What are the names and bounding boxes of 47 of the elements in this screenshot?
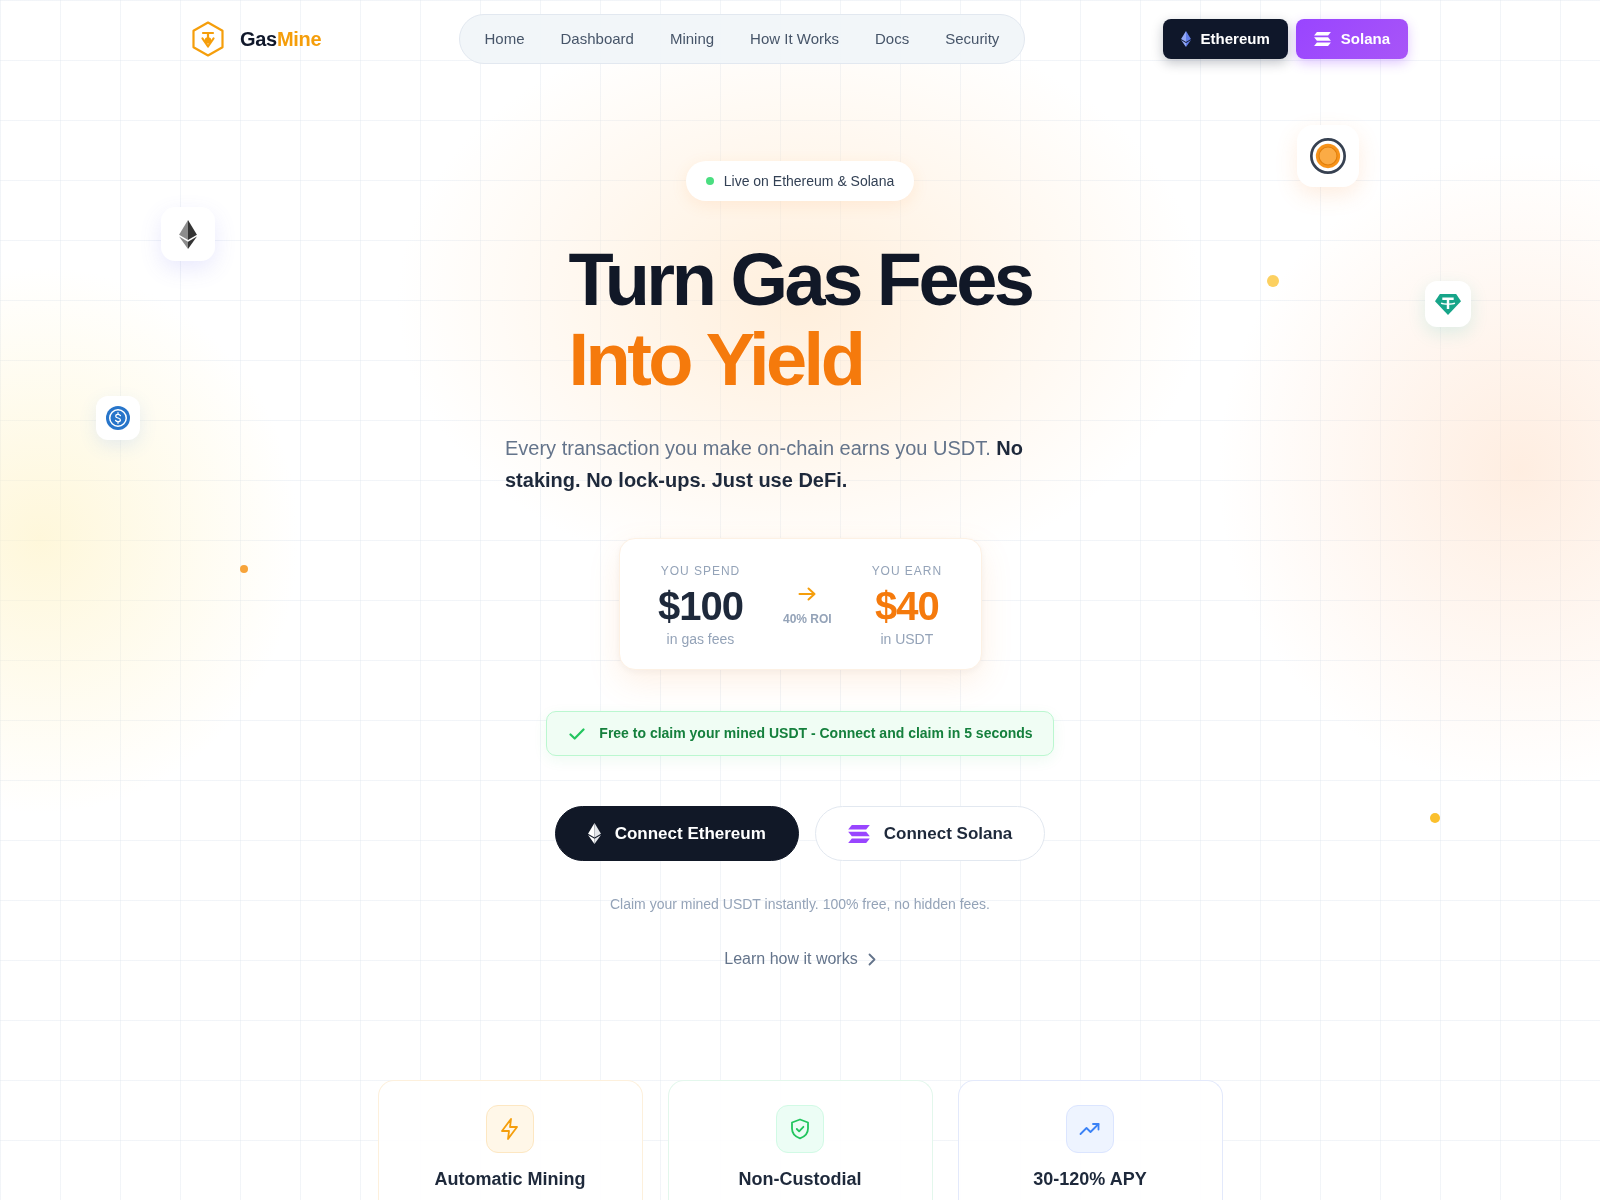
coin-icon: [1297, 125, 1359, 187]
notice-text: Free to claim your mined USDT - Connect and claim in 5 seconds: [599, 724, 1033, 743]
nav-link[interactable]: Home: [484, 29, 525, 49]
diamond-icon: [1180, 31, 1191, 47]
check-icon: [569, 727, 586, 740]
dot-icon: [1430, 813, 1440, 823]
spend-amount: $100: [658, 584, 743, 628]
stacked-bars-icon: [847, 824, 870, 843]
nav-link[interactable]: How It Works: [750, 29, 839, 49]
footnote-text: Claim your mined USDT instantly. 100% free, no hidden fees.: [610, 895, 990, 914]
learn-more-link[interactable]: Learn how it works: [724, 947, 876, 971]
earn-label: YOU EARN: [871, 563, 942, 579]
badge-text: Live on Ethereum & Solana: [723, 171, 895, 191]
dollar-coin-icon: [96, 396, 140, 440]
arrow-right-icon: [798, 587, 817, 601]
hero-title-highlight: Into Yield: [568, 320, 864, 400]
network-button[interactable]: Ethereum: [1162, 19, 1288, 59]
diamond-icon: [587, 823, 601, 844]
nav-link[interactable]: Security: [945, 29, 1000, 49]
diamond-icon: [161, 207, 215, 261]
hero-title: Turn Gas Fees: [568, 240, 1032, 320]
earn-amount: $40: [874, 584, 939, 628]
spend-note: in gas fees: [666, 630, 735, 649]
gem-icon: [1425, 281, 1471, 327]
brand-name: GasMine: [240, 27, 322, 51]
network-button[interactable]: Solana: [1295, 19, 1408, 59]
stacked-bars-icon: [1313, 32, 1331, 46]
trend-up-icon: [1066, 1105, 1114, 1153]
chevron-right-icon: [867, 952, 876, 966]
hexagon-icon: [192, 21, 224, 57]
shield-check-icon: [776, 1105, 824, 1153]
hero-subtitle: Every transaction you make on-chain earns you USDT. No staking. No lock-ups. Just use DeFi.: [505, 436, 1024, 493]
roi-label: 40% ROI: [782, 611, 832, 627]
spend-label: YOU SPEND: [660, 563, 741, 579]
lightning-icon: [486, 1105, 534, 1153]
feature-title: Automatic Mining: [434, 1168, 586, 1191]
nav-link[interactable]: Mining: [669, 29, 715, 49]
status-dot-icon: [705, 177, 714, 185]
feature-title: 30-120% APY: [1033, 1168, 1147, 1191]
nav-link[interactable]: Dashboard: [560, 29, 634, 49]
feature-title: Non-Custodial: [738, 1168, 862, 1191]
nav-link[interactable]: Docs: [875, 29, 910, 49]
dot-icon: [240, 565, 248, 573]
connect-button[interactable]: Connect Ethereum: [554, 806, 799, 861]
dot-icon: [1267, 275, 1279, 287]
connect-button[interactable]: Connect Solana: [814, 806, 1046, 861]
earn-note: in USDT: [880, 630, 934, 649]
